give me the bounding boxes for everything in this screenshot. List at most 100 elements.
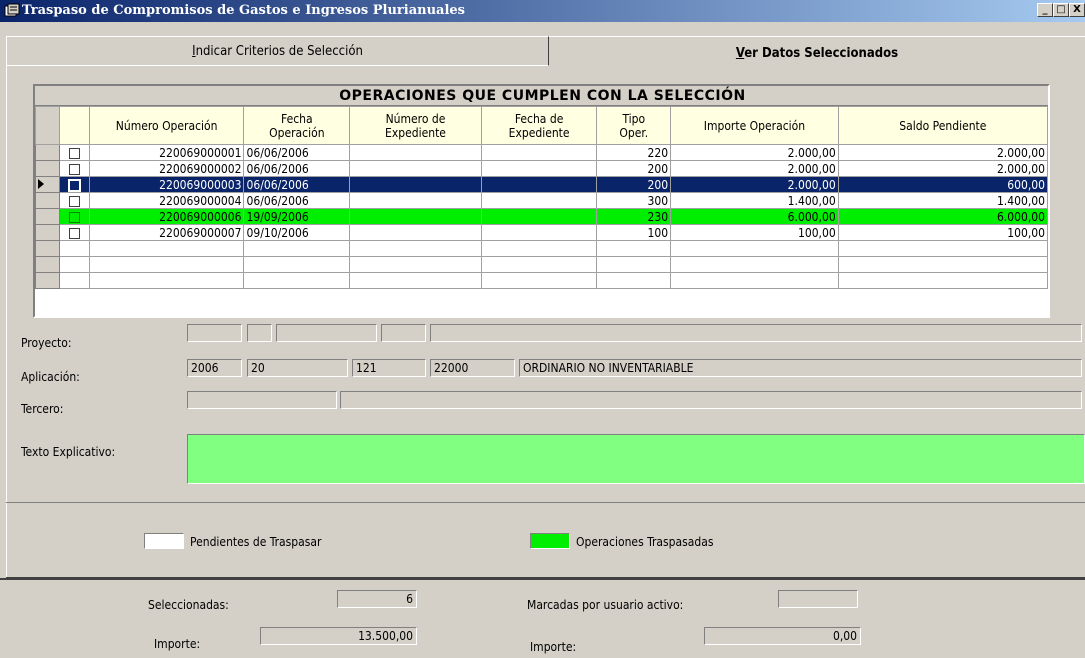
- table-row-empty[interactable]: [35, 256, 1048, 273]
- empty-cell: [243, 256, 351, 273]
- empty-cell: [596, 240, 672, 257]
- cell-numero: 220069000004: [88, 192, 245, 209]
- cell-num-exp: [349, 160, 482, 177]
- row-indicator[interactable]: [35, 208, 60, 225]
- proyecto-field-2: [247, 324, 272, 342]
- cell-numero: 220069000002: [88, 160, 245, 177]
- row-indicator-header: [35, 106, 60, 145]
- table-row-empty[interactable]: [35, 272, 1048, 289]
- cell-saldo: 2.000,00: [837, 160, 1048, 177]
- aplicacion-org-field: 20: [247, 359, 348, 377]
- empty-cell: [243, 272, 351, 289]
- cell-fecha: 06/06/2006: [243, 192, 351, 209]
- empty-cell: [88, 272, 245, 289]
- row-checkbox[interactable]: [58, 192, 90, 209]
- marcadas-value: 0: [778, 590, 858, 608]
- cell-saldo: 100,00: [837, 224, 1048, 241]
- row-indicator[interactable]: [35, 272, 60, 289]
- row-indicator[interactable]: [35, 256, 60, 273]
- operations-grid[interactable]: OPERACIONES QUE CUMPLEN CON LA SELECCIÓN…: [33, 84, 1050, 318]
- cell-numero: 220069000003: [88, 176, 245, 193]
- row-checkbox[interactable]: [58, 208, 90, 225]
- window-title: Traspaso de Compromisos de Gastos e Ingr…: [22, 3, 466, 18]
- traspasadas-legend-label: Operaciones Traspasadas: [576, 535, 714, 549]
- column-header-fecha-operacion[interactable]: Fecha Operación: [243, 106, 351, 145]
- tab-indicar-criterios[interactable]: Indicar Criterios de Selección: [6, 36, 549, 66]
- table-row-empty[interactable]: [35, 240, 1048, 257]
- cell-fecha: 09/10/2006: [243, 224, 351, 241]
- table-row-selected[interactable]: 220069000003 06/06/2006 200 2.000,00 600…: [35, 176, 1048, 193]
- table-row[interactable]: 220069000004 06/06/2006 300 1.400,00 1.4…: [35, 192, 1048, 209]
- tab-strip: Indicar Criterios de Selección Ver Datos…: [6, 36, 1085, 66]
- cell-fecha: 06/06/2006: [243, 160, 351, 177]
- seleccionadas-value: 6: [337, 590, 417, 608]
- row-checkbox[interactable]: [58, 224, 90, 241]
- cell-importe: 2.000,00: [670, 160, 839, 177]
- row-indicator[interactable]: [35, 240, 60, 257]
- table-row[interactable]: 220069000002 06/06/2006 200 2.000,00 2.0…: [35, 160, 1048, 177]
- cell-tipo: 200: [596, 160, 672, 177]
- row-indicator[interactable]: [35, 192, 60, 209]
- minimize-button[interactable]: _: [1037, 3, 1053, 17]
- aplicacion-prog-field: 121: [352, 359, 426, 377]
- tab-ver-datos[interactable]: Ver Datos Seleccionados: [549, 36, 1085, 66]
- cell-fecha-exp: [480, 160, 598, 177]
- empty-cell: [596, 256, 672, 273]
- proyecto-field-1: [187, 324, 242, 342]
- importe-usuario-value: 0,00: [704, 627, 861, 645]
- row-indicator[interactable]: [35, 160, 60, 177]
- empty-cell: [349, 272, 482, 289]
- row-indicator[interactable]: [35, 144, 60, 161]
- cell-importe: 100,00: [670, 224, 839, 241]
- title-bar: Traspaso de Compromisos de Gastos e Ingr…: [0, 0, 1085, 22]
- cell-fecha-exp: [480, 192, 598, 209]
- cell-fecha: 19/09/2006: [243, 208, 351, 225]
- row-checkbox[interactable]: [58, 176, 90, 193]
- cell-saldo: 6.000,00: [837, 208, 1048, 225]
- cell-fecha: 06/06/2006: [243, 176, 351, 193]
- cell-importe: 2.000,00: [670, 176, 839, 193]
- cell-fecha-exp: [480, 144, 598, 161]
- column-header-importe-operacion[interactable]: Importe Operación: [670, 106, 839, 145]
- tab-label-hotkey: V: [735, 46, 745, 61]
- proyecto-field-desc: [430, 324, 1082, 342]
- row-indicator[interactable]: [35, 176, 60, 193]
- proyecto-label: Proyecto:: [21, 336, 72, 350]
- empty-cell: [58, 256, 90, 273]
- row-indicator[interactable]: [35, 224, 60, 241]
- close-button[interactable]: X: [1069, 3, 1085, 17]
- cell-tipo: 220: [596, 144, 672, 161]
- cell-fecha-exp: [480, 208, 598, 225]
- importe-usuario-label: Importe:: [530, 640, 577, 654]
- aplicacion-desc-field: ORDINARIO NO INVENTARIABLE: [519, 359, 1082, 377]
- empty-cell: [837, 272, 1048, 289]
- cell-importe: 1.400,00: [670, 192, 839, 209]
- importe-value: 13.500,00: [260, 627, 417, 645]
- empty-cell: [58, 272, 90, 289]
- table-row[interactable]: 220069000007 09/10/2006 100 100,00 100,0…: [35, 224, 1048, 241]
- texto-explicativo-field[interactable]: [187, 434, 1085, 484]
- cell-fecha-exp: [480, 176, 598, 193]
- table-row[interactable]: 220069000001 06/06/2006 220 2.000,00 2.0…: [35, 144, 1048, 161]
- divider: [0, 578, 1085, 580]
- maximize-button[interactable]: □: [1053, 3, 1069, 17]
- row-checkbox[interactable]: [58, 160, 90, 177]
- column-header-fecha-expediente[interactable]: Fecha de Expediente: [480, 106, 598, 145]
- column-header-saldo-pendiente[interactable]: Saldo Pendiente: [837, 106, 1048, 145]
- table-row-traspasada[interactable]: 220069000006 19/09/2006 230 6.000,00 6.0…: [35, 208, 1048, 225]
- cell-tipo: 230: [596, 208, 672, 225]
- empty-cell: [670, 272, 839, 289]
- column-header-numero-expediente[interactable]: Número de Expediente: [349, 106, 482, 145]
- empty-cell: [837, 256, 1048, 273]
- tercero-id-field: [187, 391, 337, 409]
- cell-importe: 6.000,00: [670, 208, 839, 225]
- tab-label: ndicar Criterios de Selección: [195, 44, 363, 59]
- cell-tipo: 300: [596, 192, 672, 209]
- app-icon: [4, 3, 20, 17]
- aplicacion-eco-field: 22000: [430, 359, 515, 377]
- checkbox-header: [58, 106, 90, 145]
- column-header-tipo-oper[interactable]: Tipo Oper.: [596, 106, 672, 145]
- cell-fecha: 06/06/2006: [243, 144, 351, 161]
- column-header-numero-operacion[interactable]: Número Operación: [88, 106, 245, 145]
- row-checkbox[interactable]: [58, 144, 90, 161]
